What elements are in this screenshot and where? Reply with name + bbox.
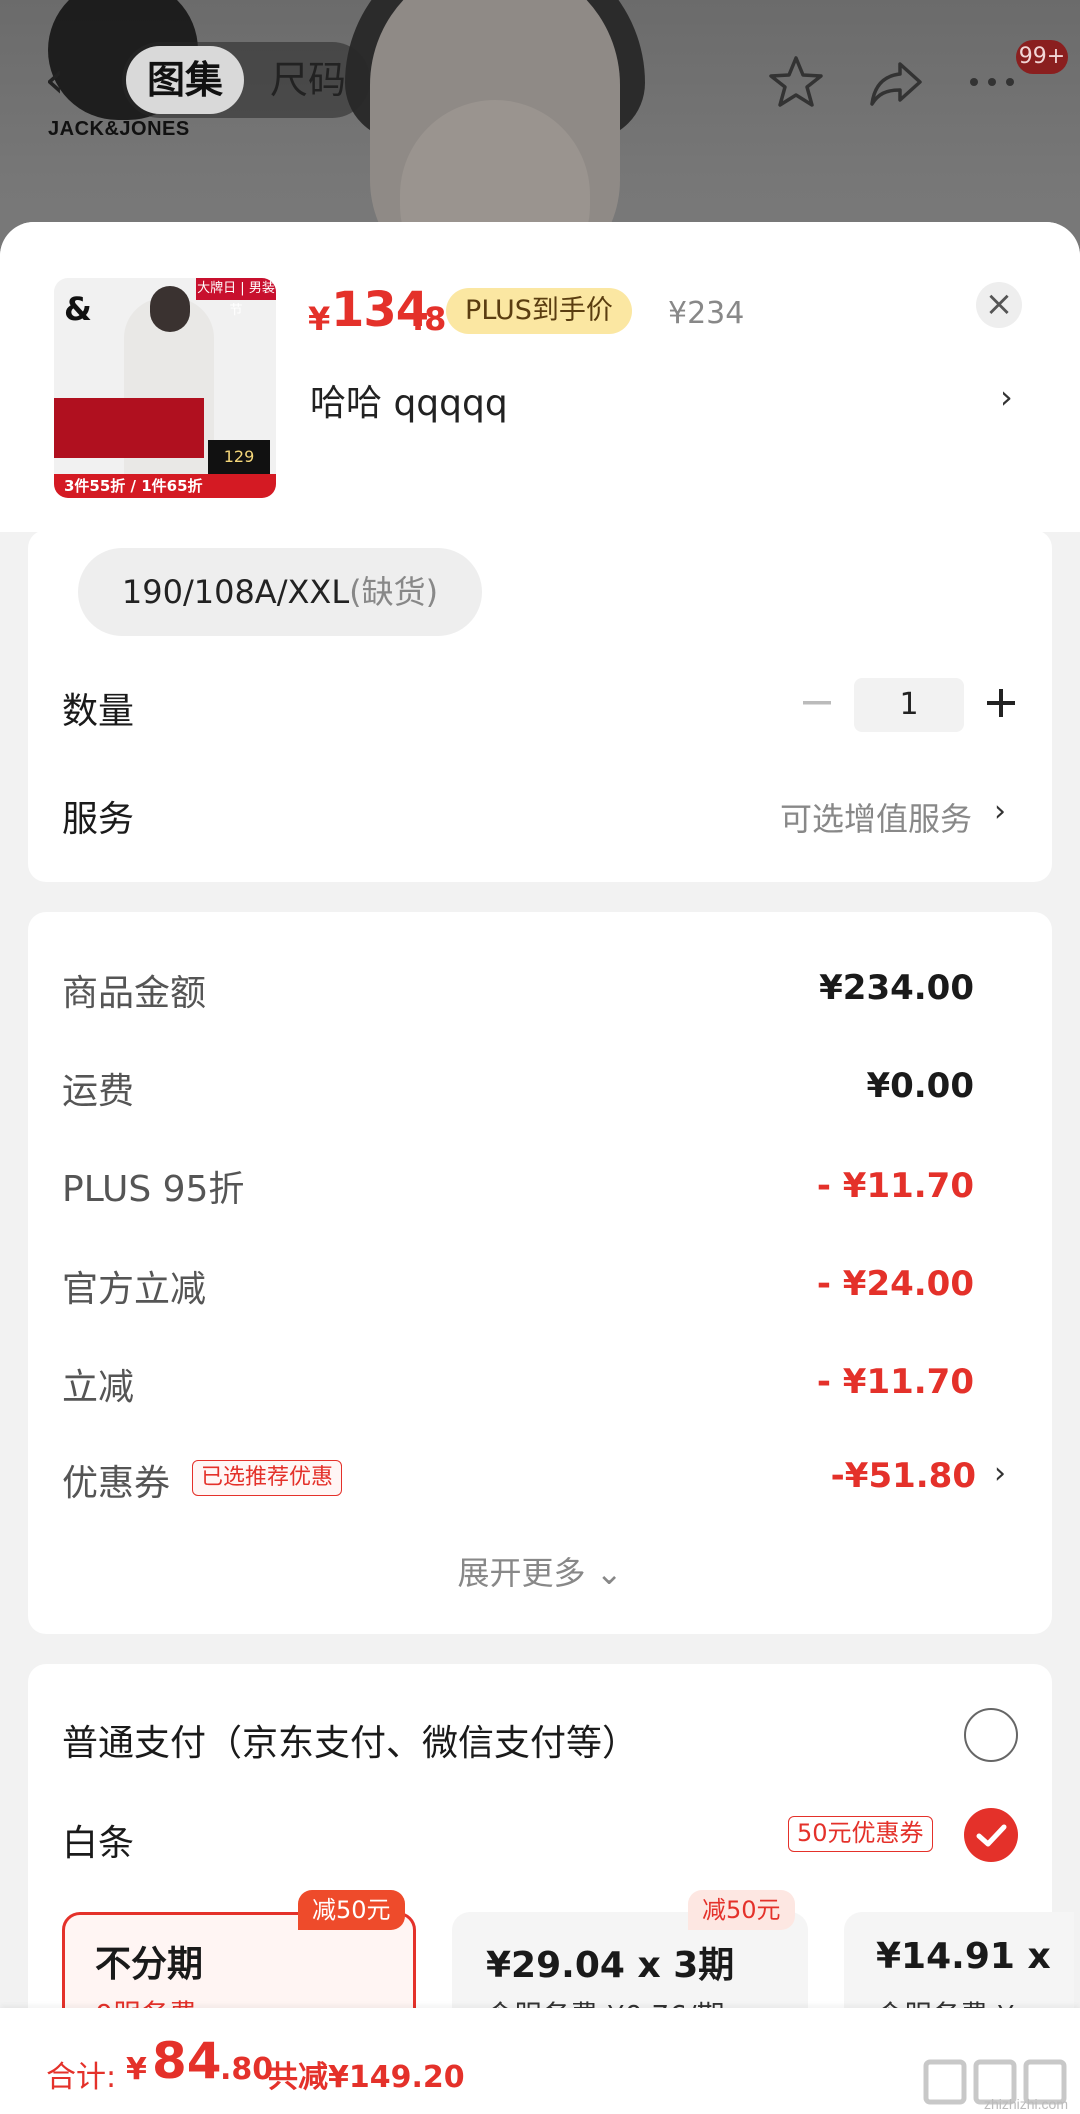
breakdown-value: - ¥11.70 bbox=[816, 1166, 974, 1206]
total-savings: 共减¥149.20 bbox=[268, 2060, 465, 2095]
quantity-plus-icon[interactable] bbox=[984, 686, 1018, 720]
brand-logo-text: JACK&JONES bbox=[48, 118, 190, 140]
selected-spec[interactable]: 哈哈 qqqqq bbox=[310, 374, 508, 426]
size-out-of-stock: (缺货) bbox=[349, 573, 439, 611]
total-currency: ¥ bbox=[126, 2052, 147, 2087]
breakdown-label: 商品金额 bbox=[62, 973, 207, 1014]
total-integer: 84 bbox=[152, 2032, 222, 2090]
total-decimal: .80 bbox=[220, 2052, 274, 2087]
share-arrow-icon[interactable] bbox=[866, 52, 926, 112]
breakdown-value: ¥234.00 bbox=[819, 968, 974, 1008]
price-currency: ¥ bbox=[308, 300, 331, 338]
plan-title: ¥14.91 x bbox=[876, 1936, 1051, 1977]
price-decimal: .8 bbox=[412, 300, 447, 338]
plan-title: ¥29.04 x 3期 bbox=[486, 1945, 735, 1986]
baitiao-coupon-tag: 50元优惠券 bbox=[788, 1816, 933, 1852]
total-label: 合计: bbox=[46, 2060, 117, 2095]
thumbnail-model-head bbox=[150, 286, 190, 332]
watermark-text: zhizhizhi.com bbox=[983, 2096, 1068, 2112]
baitiao-radio-checked[interactable] bbox=[964, 1808, 1018, 1862]
original-price: ¥234 bbox=[668, 296, 745, 331]
coupon-label: 优惠券 bbox=[62, 1463, 171, 1504]
plan-discount-tag: 减50元 bbox=[688, 1890, 795, 1930]
expand-more-button[interactable]: 展开更多 ⌄ bbox=[0, 1548, 1080, 1594]
thumbnail-discount-bar: 3件55折 / 1件65折 bbox=[54, 474, 276, 498]
more-dots-icon[interactable] bbox=[962, 52, 1022, 112]
normal-payment-radio[interactable] bbox=[964, 1708, 1018, 1762]
thumbnail-price: 129 bbox=[208, 440, 270, 474]
quantity-label: 数量 bbox=[62, 691, 135, 732]
favorite-star-icon[interactable] bbox=[766, 52, 826, 112]
size-option[interactable]: 190/108A/XXL(缺货) bbox=[78, 548, 482, 636]
breakdown-label: 运费 bbox=[62, 1071, 135, 1112]
thumbnail-logo-icon: & bbox=[64, 290, 92, 328]
coupon-value[interactable]: -¥51.80 bbox=[831, 1456, 976, 1496]
coupon-recommended-tag: 已选推荐优惠 bbox=[192, 1460, 343, 1496]
service-hint[interactable]: 可选增值服务 bbox=[780, 794, 972, 840]
product-thumbnail[interactable]: & 大牌日 | 男装节 129 3件55折 / 1件65折 bbox=[54, 278, 276, 498]
breakdown-label: 官方立减 bbox=[62, 1269, 207, 1310]
quantity-minus-icon[interactable] bbox=[800, 686, 834, 720]
breakdown-value: ¥0.00 bbox=[866, 1066, 974, 1106]
check-icon bbox=[976, 1824, 1007, 1847]
expand-more-label: 展开更多 bbox=[457, 1554, 586, 1592]
chevron-right-icon[interactable]: › bbox=[994, 1456, 1006, 1491]
breakdown-value: - ¥24.00 bbox=[816, 1264, 974, 1304]
baitiao-label[interactable]: 白条 bbox=[62, 1814, 134, 1866]
close-icon[interactable]: × bbox=[976, 282, 1022, 328]
thumbnail-event-tag: 大牌日 | 男装节 bbox=[196, 278, 276, 318]
back-chevron-icon[interactable]: ‹ bbox=[44, 50, 94, 110]
chevron-right-icon[interactable]: › bbox=[1000, 378, 1013, 416]
quantity-input[interactable]: 1 bbox=[854, 678, 964, 732]
breakdown-label: PLUS 95折 bbox=[62, 1169, 245, 1210]
notification-badge: 99+ bbox=[1016, 40, 1068, 74]
breakdown-value: - ¥11.70 bbox=[816, 1362, 974, 1402]
tab-gallery[interactable]: 图集 bbox=[126, 46, 244, 114]
plus-price-badge: PLUS到手价 bbox=[446, 288, 632, 334]
plan-discount-tag: 减50元 bbox=[298, 1890, 405, 1930]
normal-payment-label[interactable]: 普通支付（京东支付、微信支付等） bbox=[62, 1714, 638, 1766]
breakdown-label: 立减 bbox=[62, 1367, 135, 1408]
chevron-right-icon[interactable]: › bbox=[994, 794, 1006, 829]
chevron-down-icon: ⌄ bbox=[595, 1554, 623, 1592]
plan-title: 不分期 bbox=[95, 1944, 204, 1985]
thumbnail-promo-block bbox=[54, 398, 204, 458]
service-label: 服务 bbox=[62, 799, 135, 840]
size-option-label: 190/108A/XXL bbox=[121, 573, 350, 611]
tab-size[interactable]: 尺码 bbox=[250, 46, 366, 114]
